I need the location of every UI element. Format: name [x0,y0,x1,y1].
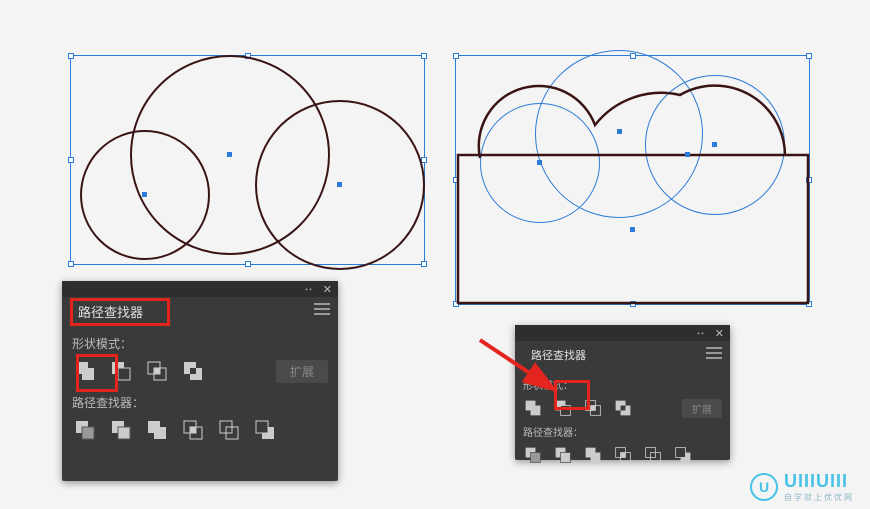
close-icon[interactable]: ✕ [323,283,332,296]
shape-modes-label: 形状模式： [523,377,722,392]
shape-modes-label: 形状模式： [72,335,328,352]
unite-icon[interactable] [72,358,98,384]
crop-icon[interactable] [180,417,206,443]
pathfinders-label: 路径查找器： [523,424,722,439]
divide-icon[interactable] [523,445,543,465]
canvas-left[interactable] [70,55,425,280]
pathfinders-label: 路径查找器： [72,394,328,411]
canvas-right[interactable] [455,55,815,310]
watermark-tagline: 自学就上优优网 [784,492,854,503]
panel-tab-pathfinder[interactable]: 路径查找器 [523,343,594,367]
outline-icon[interactable] [216,417,242,443]
unite-icon[interactable] [523,398,543,418]
pathfinder-panel-small[interactable]: •• ✕ 路径查找器 形状模式： 扩展 路径查找器： [515,325,730,460]
pathfinder-panel[interactable]: •• ✕ 路径查找器 形状模式： 扩展 路径查找器： [62,281,338,481]
divide-icon[interactable] [72,417,98,443]
intersect-icon[interactable] [144,358,170,384]
minus-back-icon[interactable] [673,445,693,465]
panel-titlebar[interactable]: •• ✕ [515,325,730,341]
exclude-icon[interactable] [180,358,206,384]
minus-front-icon[interactable] [108,358,134,384]
minus-front-icon[interactable] [553,398,573,418]
outline-icon[interactable] [643,445,663,465]
expand-button[interactable]: 扩展 [682,399,722,418]
close-icon[interactable]: ✕ [715,327,724,340]
merge-icon[interactable] [583,445,603,465]
trim-icon[interactable] [108,417,134,443]
watermark: U UIIIUIII 自学就上优优网 [750,471,854,503]
panel-tab-pathfinder[interactable]: 路径查找器 [70,298,151,325]
minus-back-icon[interactable] [252,417,278,443]
intersect-icon[interactable] [583,398,603,418]
drag-dots-icon: •• [697,329,705,338]
panel-menu-icon[interactable] [314,303,330,315]
exclude-icon[interactable] [613,398,633,418]
panel-menu-icon[interactable] [706,347,722,359]
trim-icon[interactable] [553,445,573,465]
expand-button[interactable]: 扩展 [276,360,328,383]
drag-dots-icon: •• [305,285,313,294]
crop-icon[interactable] [613,445,633,465]
merge-icon[interactable] [144,417,170,443]
watermark-brand: UIIIUIII [784,471,854,492]
panel-titlebar[interactable]: •• ✕ [62,281,338,297]
logo-icon: U [750,473,778,501]
